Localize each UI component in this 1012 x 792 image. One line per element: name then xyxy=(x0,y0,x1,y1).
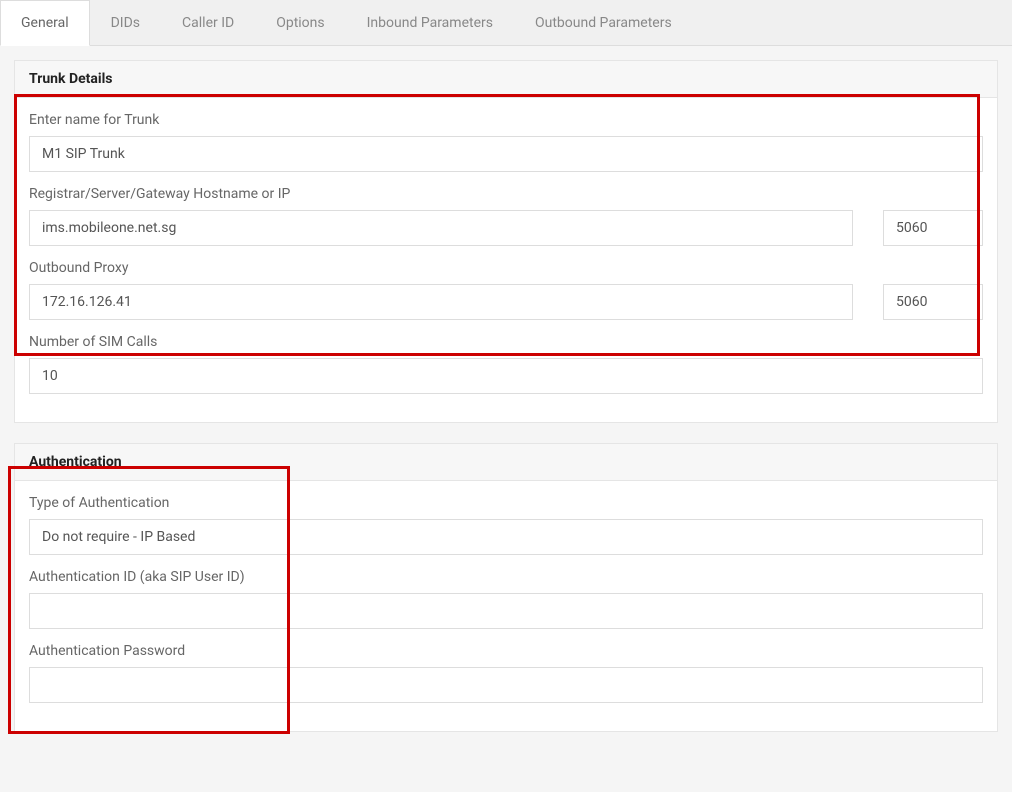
tab-outbound-parameters[interactable]: Outbound Parameters xyxy=(514,0,693,45)
auth-id-label: Authentication ID (aka SIP User ID) xyxy=(29,569,983,585)
authentication-panel: Authentication Type of Authentication Do… xyxy=(14,443,998,732)
auth-password-label: Authentication Password xyxy=(29,643,983,659)
outbound-proxy-input[interactable] xyxy=(29,284,853,320)
trunk-name-label: Enter name for Trunk xyxy=(29,112,983,128)
registrar-label: Registrar/Server/Gateway Hostname or IP xyxy=(29,186,983,202)
auth-id-input[interactable] xyxy=(29,593,983,629)
tab-dids[interactable]: DIDs xyxy=(90,0,161,45)
tab-caller-id[interactable]: Caller ID xyxy=(161,0,255,45)
auth-type-select[interactable]: Do not require - IP Based xyxy=(29,519,983,555)
trunk-name-input[interactable] xyxy=(29,136,983,172)
tab-general[interactable]: General xyxy=(0,0,90,46)
trunk-details-header: Trunk Details xyxy=(15,61,997,98)
registrar-input[interactable] xyxy=(29,210,853,246)
tab-inbound-parameters[interactable]: Inbound Parameters xyxy=(346,0,514,45)
sim-calls-label: Number of SIM Calls xyxy=(29,334,983,350)
authentication-header: Authentication xyxy=(15,444,997,481)
outbound-proxy-label: Outbound Proxy xyxy=(29,260,983,276)
tab-options[interactable]: Options xyxy=(255,0,345,45)
auth-type-label: Type of Authentication xyxy=(29,495,983,511)
trunk-details-panel: Trunk Details Enter name for Trunk Regis… xyxy=(14,60,998,423)
tab-bar: General DIDs Caller ID Options Inbound P… xyxy=(0,0,1012,46)
registrar-port-input[interactable] xyxy=(883,210,983,246)
outbound-proxy-port-input[interactable] xyxy=(883,284,983,320)
auth-password-input[interactable] xyxy=(29,667,983,703)
sim-calls-input[interactable] xyxy=(29,358,983,394)
